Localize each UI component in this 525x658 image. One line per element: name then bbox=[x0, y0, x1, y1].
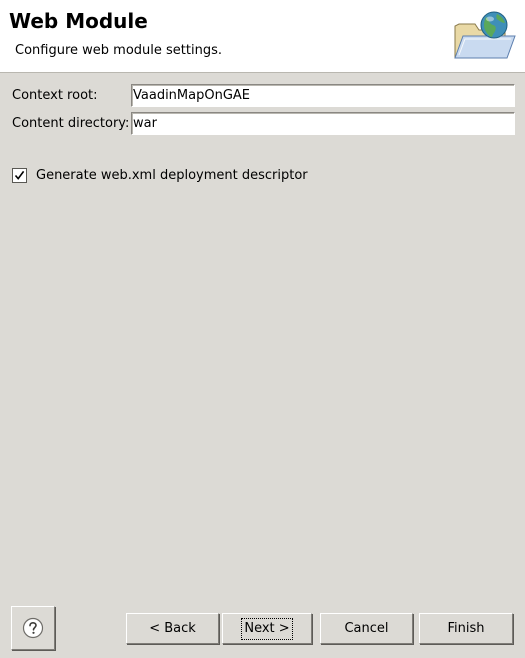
generate-descriptor-label[interactable]: Generate web.xml deployment descriptor bbox=[36, 168, 308, 184]
back-button[interactable]: < Back bbox=[126, 613, 219, 644]
content-directory-input[interactable] bbox=[133, 113, 508, 133]
next-button-label: Next > bbox=[241, 617, 293, 640]
context-root-field[interactable] bbox=[131, 84, 515, 107]
help-icon bbox=[22, 617, 44, 639]
finish-button[interactable]: Finish bbox=[419, 613, 513, 644]
content-directory-label: Content directory: bbox=[12, 116, 130, 131]
page-description: Configure web module settings. bbox=[15, 43, 222, 58]
header-separator bbox=[0, 72, 525, 73]
content-directory-field[interactable] bbox=[131, 112, 515, 135]
finish-button-label: Finish bbox=[447, 620, 485, 636]
next-button[interactable]: Next > bbox=[222, 613, 312, 644]
context-root-input[interactable] bbox=[133, 85, 508, 105]
checkmark-icon bbox=[14, 170, 25, 180]
context-root-label: Context root: bbox=[12, 88, 98, 103]
back-button-label: < Back bbox=[149, 620, 196, 636]
wizard-header: Web Module Configure web module settings… bbox=[0, 0, 525, 72]
help-button[interactable] bbox=[11, 606, 55, 650]
page-title: Web Module bbox=[9, 9, 148, 33]
cancel-button[interactable]: Cancel bbox=[320, 613, 413, 644]
generate-descriptor-checkbox[interactable] bbox=[12, 168, 27, 183]
cancel-button-label: Cancel bbox=[344, 620, 389, 636]
web-folder-globe-icon bbox=[449, 8, 519, 64]
